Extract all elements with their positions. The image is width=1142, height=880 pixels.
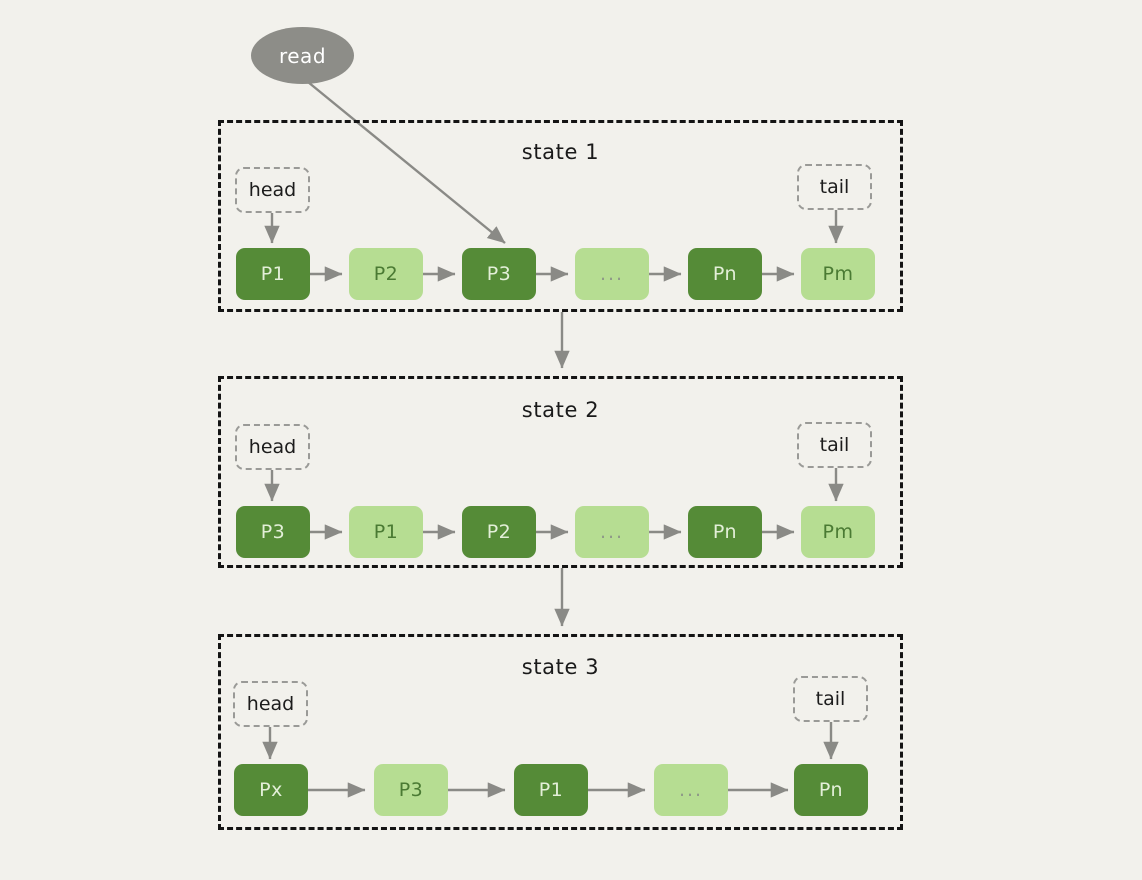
node-label: P1	[260, 263, 286, 285]
state-3-tail-pointer: tail	[793, 676, 868, 722]
node-label: ...	[599, 521, 625, 543]
state-2-node-1[interactable]: P1	[349, 506, 423, 558]
state-3-node-4[interactable]: Pn	[794, 764, 868, 816]
state-3-node-0[interactable]: Px	[234, 764, 308, 816]
read-label: read	[278, 43, 327, 68]
node-label: P1	[373, 521, 399, 543]
tail-label: tail	[819, 176, 850, 198]
state-3-head-pointer: head	[233, 681, 308, 727]
node-label: P3	[398, 779, 424, 801]
head-label: head	[248, 179, 297, 201]
head-label: head	[246, 693, 295, 715]
state-2-title: state 2	[521, 398, 600, 422]
state-3-node-2[interactable]: P1	[514, 764, 588, 816]
read-bubble[interactable]: read	[251, 27, 354, 84]
node-label: Pn	[818, 779, 844, 801]
state-2-head-pointer: head	[235, 424, 310, 470]
state-1-node-3[interactable]: ...	[575, 248, 649, 300]
node-label: ...	[678, 779, 704, 801]
state-2-node-5[interactable]: Pm	[801, 506, 875, 558]
state-2-node-0[interactable]: P3	[236, 506, 310, 558]
state-2-node-2[interactable]: P2	[462, 506, 536, 558]
node-label: P3	[260, 521, 286, 543]
node-label: Pn	[712, 521, 738, 543]
node-label: Pm	[822, 521, 854, 543]
state-1-tail-pointer: tail	[797, 164, 872, 210]
state-1-head-pointer: head	[235, 167, 310, 213]
tail-label: tail	[815, 688, 846, 710]
tail-label: tail	[819, 434, 850, 456]
node-label: P1	[538, 779, 564, 801]
state-1-node-4[interactable]: Pn	[688, 248, 762, 300]
node-label: P3	[486, 263, 512, 285]
diagram-canvas: read state 1 head tail P1 P2 P3 ... Pn P…	[0, 0, 1142, 880]
state-2-tail-pointer: tail	[797, 422, 872, 468]
state-2-node-4[interactable]: Pn	[688, 506, 762, 558]
node-label: Px	[259, 779, 283, 801]
state-1-title: state 1	[521, 140, 600, 164]
node-label: P2	[486, 521, 512, 543]
state-3-node-1[interactable]: P3	[374, 764, 448, 816]
node-label: P2	[373, 263, 399, 285]
state-1-node-0[interactable]: P1	[236, 248, 310, 300]
head-label: head	[248, 436, 297, 458]
state-2-node-3[interactable]: ...	[575, 506, 649, 558]
state-3-node-3[interactable]: ...	[654, 764, 728, 816]
node-label: Pn	[712, 263, 738, 285]
node-label: ...	[599, 263, 625, 285]
node-label: Pm	[822, 263, 854, 285]
state-1-node-5[interactable]: Pm	[801, 248, 875, 300]
state-1-node-1[interactable]: P2	[349, 248, 423, 300]
state-1-node-2[interactable]: P3	[462, 248, 536, 300]
